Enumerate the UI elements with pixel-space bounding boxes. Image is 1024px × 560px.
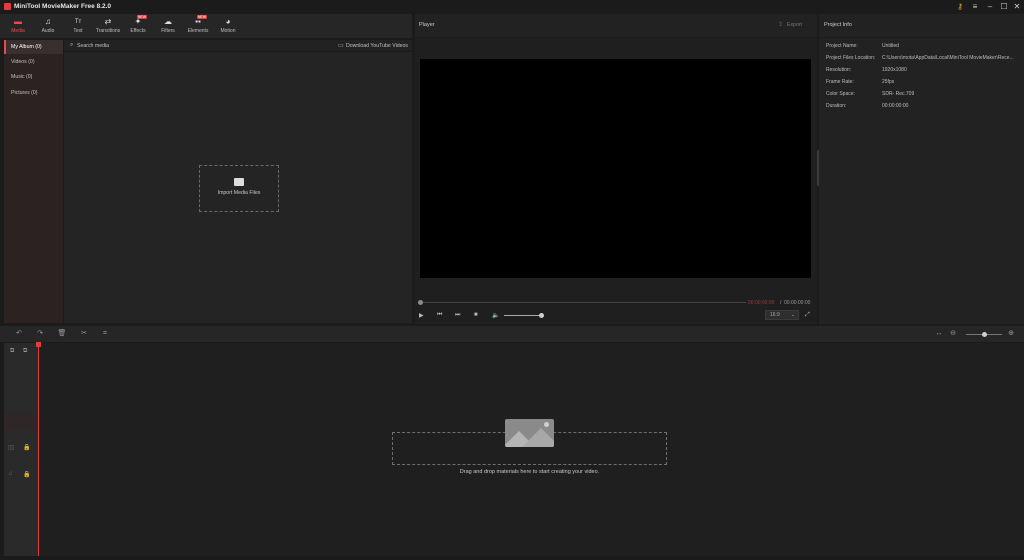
delete-icon[interactable]: 🗑 bbox=[56, 329, 68, 339]
timeline-toolbar: ↶ ↷ 🗑 ✂ ⌗ ↔ ⊖ ⊕ bbox=[0, 326, 1024, 342]
download-icon: ▭ bbox=[338, 43, 344, 49]
tool-effects[interactable]: ✦ Effects NEW bbox=[123, 14, 153, 38]
export-button[interactable]: Export bbox=[787, 22, 802, 28]
sidebar-item-pictures[interactable]: Pictures (0) bbox=[4, 86, 63, 100]
info-row-resolution: Resolution: 1920x1080 bbox=[826, 67, 907, 73]
drop-zone-text: Drag and drop materials here to start cr… bbox=[459, 469, 600, 475]
audio-track-icon: ♫ bbox=[8, 471, 13, 477]
elements-icon: ▪▪ bbox=[195, 17, 201, 26]
info-row-location: Project Files Location: C:\Users\mota\App… bbox=[826, 55, 1014, 61]
lock-icon[interactable]: 🔒 bbox=[23, 471, 30, 478]
tool-filters[interactable]: ☁ Filters bbox=[153, 14, 183, 38]
track-band bbox=[4, 414, 38, 430]
info-row-color-space: Color Space: SDR- Rec.709 bbox=[826, 91, 915, 97]
project-info-title: Project Info bbox=[824, 22, 852, 28]
volume-handle[interactable] bbox=[539, 313, 544, 318]
close-button[interactable]: ✕ bbox=[1011, 1, 1023, 13]
transitions-icon: ⇄ bbox=[104, 17, 112, 26]
info-row-frame-rate: Frame Rate: 25fps bbox=[826, 79, 895, 85]
player-header: Player ⇪ Export bbox=[415, 14, 817, 38]
sidebar-item-my-album[interactable]: My Album (0) bbox=[4, 40, 63, 54]
copy-track-icon[interactable]: ⧉ bbox=[23, 348, 27, 355]
zoom-in-icon[interactable]: ⊕ bbox=[1005, 329, 1017, 339]
folder-icon: ▬ bbox=[14, 17, 22, 26]
zoom-out-icon[interactable]: ⊖ bbox=[947, 329, 959, 339]
tool-elements[interactable]: ▪▪ Elements NEW bbox=[183, 14, 213, 38]
chevron-down-icon: ⌄ bbox=[790, 312, 795, 318]
zoom-handle[interactable] bbox=[982, 332, 987, 337]
menu-icon[interactable]: ≡ bbox=[969, 1, 981, 13]
maximize-button[interactable]: ☐ bbox=[998, 1, 1010, 13]
redo-icon[interactable]: ↷ bbox=[34, 329, 46, 339]
seek-handle[interactable] bbox=[418, 300, 423, 305]
aspect-ratio-dropdown[interactable]: 16:9 ⌄ bbox=[765, 310, 799, 320]
crop-icon[interactable]: ⌗ bbox=[99, 329, 111, 339]
sidebar-item-videos[interactable]: Videos (0) bbox=[4, 55, 63, 69]
text-icon: Tт bbox=[74, 19, 82, 25]
project-info-panel: Project Info Project Name: Untitled Proje… bbox=[819, 14, 1024, 324]
key-icon[interactable]: ⚷ bbox=[954, 1, 966, 13]
motion-icon: ◕ bbox=[225, 17, 231, 26]
aspect-ratio-value: 16:9 bbox=[770, 312, 780, 318]
new-badge: NEW bbox=[136, 15, 147, 19]
tool-text[interactable]: Tт Text bbox=[63, 14, 93, 38]
image-placeholder-icon bbox=[505, 419, 554, 447]
tool-audio[interactable]: ♫ Audio bbox=[33, 14, 63, 38]
play-button[interactable]: ▶ bbox=[419, 312, 424, 319]
add-track-icon[interactable]: ⧉ bbox=[10, 348, 14, 355]
track-headers: ⧉ ⧉ ▯▯ 🔒 ♫ 🔒 bbox=[4, 343, 38, 556]
tool-transitions[interactable]: ⇄ Transitions bbox=[93, 14, 123, 38]
seek-bar[interactable] bbox=[420, 302, 746, 303]
video-preview bbox=[420, 59, 811, 278]
tool-media[interactable]: ▬ Media bbox=[3, 14, 33, 38]
filters-icon: ☁ bbox=[164, 17, 172, 26]
title-bar: MiniTool MovieMaker Free 8.2.0 ⚷ ≡ – ☐ ✕ bbox=[0, 0, 1024, 14]
stop-button[interactable]: ■ bbox=[474, 312, 478, 318]
export-icon: ⇪ bbox=[778, 22, 784, 28]
lock-icon[interactable]: 🔒 bbox=[23, 444, 30, 451]
time-separator: / bbox=[780, 300, 782, 306]
playhead-handle[interactable] bbox=[36, 342, 41, 347]
current-time: 00:00:00:00 bbox=[748, 300, 775, 306]
volume-slider[interactable] bbox=[504, 315, 542, 316]
fit-timeline-icon[interactable]: ↔ bbox=[933, 329, 945, 339]
search-icon: ⌕ bbox=[70, 42, 74, 48]
status-strip bbox=[0, 556, 1024, 560]
player-title: Player bbox=[419, 22, 435, 28]
info-row-name: Project Name: Untitled bbox=[826, 43, 899, 49]
volume-icon[interactable]: 🔈 bbox=[492, 312, 499, 319]
player-panel: Player ⇪ Export 00:00:00:00 / 00:00:00:0… bbox=[415, 14, 817, 324]
project-info-header: Project Info bbox=[819, 14, 1024, 38]
sidebar-item-music[interactable]: Music (0) bbox=[4, 70, 63, 84]
next-frame-button[interactable]: ⏭ bbox=[455, 312, 460, 319]
download-youtube-link[interactable]: Download YouTube Videos bbox=[346, 43, 408, 49]
total-time: 00:00:00:00 bbox=[784, 300, 811, 306]
app-logo bbox=[4, 3, 11, 10]
import-media-button[interactable]: Import Media Files bbox=[199, 165, 279, 212]
split-icon[interactable]: ✂ bbox=[78, 329, 90, 339]
undo-icon[interactable]: ↶ bbox=[13, 329, 25, 339]
info-row-duration: Duration: 00:00:00:00 bbox=[826, 103, 909, 109]
effects-icon: ✦ bbox=[134, 17, 142, 26]
media-sidebar: My Album (0) Videos (0) Music (0) Pictur… bbox=[4, 40, 63, 323]
new-badge: NEW bbox=[196, 15, 207, 19]
tool-motion[interactable]: ◕ Motion bbox=[213, 14, 243, 38]
video-track-icon: ▯▯ bbox=[8, 445, 15, 451]
import-media-label: Import Media Files bbox=[217, 190, 261, 196]
search-media-input[interactable]: Search media bbox=[77, 43, 109, 49]
folder-icon bbox=[234, 178, 244, 186]
app-title: MiniTool MovieMaker Free 8.2.0 bbox=[14, 3, 112, 10]
media-header: ⌕ Search media ▭ Download YouTube Videos bbox=[64, 40, 412, 52]
fullscreen-icon[interactable]: ⤢ bbox=[805, 312, 810, 319]
previous-frame-button[interactable]: ⏮ bbox=[437, 312, 442, 319]
minimize-button[interactable]: – bbox=[984, 1, 996, 13]
music-note-icon: ♫ bbox=[45, 17, 51, 26]
playhead[interactable] bbox=[38, 342, 39, 556]
main-toolbar: ▬ Media ♫ Audio Tт Text ⇄ Transitions ✦ … bbox=[0, 14, 412, 38]
media-panel: ⌕ Search media ▭ Download YouTube Videos… bbox=[64, 40, 412, 323]
